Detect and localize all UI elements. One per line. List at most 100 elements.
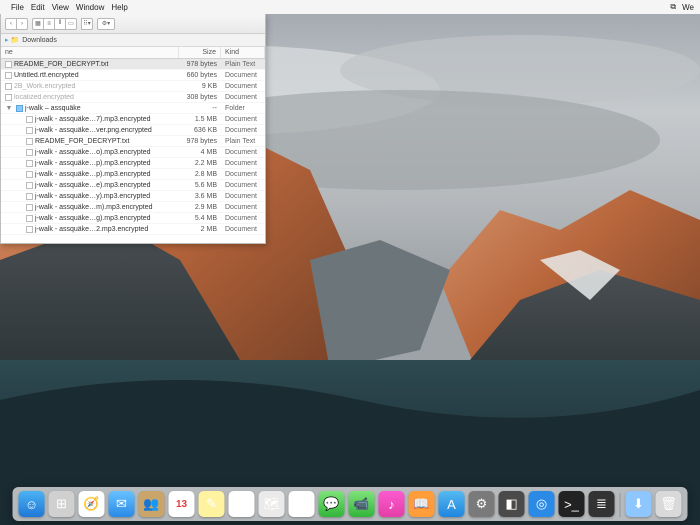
table-row[interactable]: j-walk - assquäke…g).mp3.encrypted5.4 MB… [1,213,265,224]
dock-mail[interactable]: ✉ [109,491,135,517]
folder-icon [16,105,23,112]
file-size: 5.6 MB [179,182,221,189]
dock-preferences[interactable]: ⚙ [469,491,495,517]
file-size: 5.4 MB [179,215,221,222]
dock-contacts[interactable]: 👥 [139,491,165,517]
file-name: j-walk - assquäke…p).mp3.encrypted [35,160,151,167]
dock-photos[interactable]: ❀ [289,491,315,517]
dock-notes[interactable]: ✎ [199,491,225,517]
disclosure-triangle-icon[interactable]: ▼ [5,104,13,112]
file-icon [26,182,33,189]
file-size: 636 KB [179,127,221,134]
file-kind: Document [221,72,265,79]
file-name: 2B_Work.encrypted [14,83,75,90]
file-kind: Document [221,215,265,222]
dock-appstore[interactable]: A [439,491,465,517]
dock-calendar[interactable]: 13 [169,491,195,517]
file-size: 2.9 MB [179,204,221,211]
table-row[interactable]: 2B_Work.encrypted9 KBDocument [1,81,265,92]
table-row[interactable]: j-walk - assquäke…p).mp3.encrypted 2.2 MB… [1,158,265,169]
table-row[interactable]: j-walk - assquäke…2.mp3.encrypted2 MBDoc… [1,224,265,235]
file-name: Untitled.rtf.encrypted [14,72,79,79]
column-name[interactable]: ne [1,47,179,58]
table-row[interactable]: j-walk - assquäke…o).mp3.encrypted4 MBDo… [1,147,265,158]
dock-ibooks[interactable]: 📖 [409,491,435,517]
menu-help[interactable]: Help [111,3,127,12]
nav-buttons: ‹ › [5,18,28,30]
table-row[interactable]: j-walk - assquäke…e).mp3.encrypted 5.6 MB… [1,180,265,191]
arrange-button[interactable]: ⠿▾ [81,18,93,30]
table-row[interactable]: Untitled.rtf.encrypted 660 bytesDocument [1,70,265,81]
dock-launchpad[interactable]: ⊞ [49,491,75,517]
file-list[interactable]: README_FOR_DECRYPT.txt978 bytesPlain Tex… [1,59,265,243]
file-name: j-walk - assquäke…7).mp3.encrypted [35,116,151,123]
table-row[interactable]: j-walk - assquäke…7).mp3.encrypted 1.5 MB… [1,114,265,125]
action-button[interactable]: ⚙▾ [97,18,115,30]
menu-edit[interactable]: Edit [31,3,45,12]
dock-trash[interactable]: 🗑 [656,491,682,517]
dock-terminal[interactable]: >_ [559,491,585,517]
dock-messages[interactable]: 💬 [319,491,345,517]
view-mode-buttons: ▦ ≡ ⫴ ▭ [32,18,77,30]
file-kind: Document [221,171,265,178]
menu-bar: File Edit View Window Help ⧉ We [0,0,700,14]
dock-maps[interactable]: 🗺 [259,491,285,517]
dock-facetime[interactable]: 📹 [349,491,375,517]
table-row[interactable]: j-walk - assquäke…y).mp3.encrypted3.6 MB… [1,191,265,202]
file-size: 1.5 MB [179,116,221,123]
folder-icon: ▸ 📁 [5,36,19,44]
file-icon [26,226,33,233]
table-row[interactable]: j-walk - assquäke…p).mp3.encrypted 2.8 MB… [1,169,265,180]
menu-bar-extra-icon[interactable]: ⧉ [670,2,676,12]
file-kind: Document [221,127,265,134]
desktop: File Edit View Window Help ⧉ We ‹ › ▦ ≡ … [0,0,700,525]
dock-itunes[interactable]: ♪ [379,491,405,517]
menu-bar-clock[interactable]: We [682,3,694,12]
table-row[interactable]: j-walk - assquäke…ver.png.encrypted636 K… [1,125,265,136]
file-kind: Document [221,193,265,200]
file-name: j-walk - assquäke…p).mp3.encrypted [35,171,151,178]
dock-utility2[interactable]: ◎ [529,491,555,517]
file-name: j-walk - assquäke…2.mp3.encrypted [35,226,148,233]
path-folder-name[interactable]: Downloads [22,37,57,44]
dock-separator [620,493,621,517]
file-kind: Document [221,226,265,233]
dock-downloads[interactable]: ⬇ [626,491,652,517]
file-name: j-walk - assquäke…y).mp3.encrypted [35,193,150,200]
table-row[interactable]: README_FOR_DECRYPT.txt978 bytesPlain Tex… [1,136,265,147]
dock: ☺⊞🧭✉👥13✎☑🗺❀💬📹♪📖A⚙◧◎>_≣ ⬇🗑 [13,487,688,521]
file-icon [5,61,12,68]
file-size: 2.8 MB [179,171,221,178]
file-size: 4 MB [179,149,221,156]
file-size: 660 bytes [179,72,221,79]
arrange-buttons: ⠿▾ [81,18,93,30]
menu-view[interactable]: View [52,3,69,12]
dock-safari[interactable]: 🧭 [79,491,105,517]
menu-file[interactable]: File [11,3,24,12]
dock-activity[interactable]: ≣ [589,491,615,517]
table-row[interactable]: j-walk - assquäke…m).mp3.encrypted2.9 MB… [1,202,265,213]
table-row[interactable]: localized.encrypted308 bytesDocument [1,92,265,103]
file-kind: Document [221,204,265,211]
file-kind: Document [221,182,265,189]
file-kind: Folder [221,105,265,112]
file-size: 978 bytes [179,61,221,68]
file-size: 2.2 MB [179,160,221,167]
table-row[interactable]: README_FOR_DECRYPT.txt978 bytesPlain Tex… [1,59,265,70]
column-kind[interactable]: Kind [221,47,265,58]
forward-button[interactable]: › [16,18,28,30]
file-name: j-walk - assquäke…e).mp3.encrypted [35,182,151,189]
file-name: j-walk - assquäke…o).mp3.encrypted [35,149,151,156]
file-size: 308 bytes [179,94,221,101]
view-cover-button[interactable]: ▭ [65,18,77,30]
finder-window[interactable]: ‹ › ▦ ≡ ⫴ ▭ ⠿▾ ⚙▾ ▸ 📁 Downloads ne Size … [0,14,266,244]
dock-utility1[interactable]: ◧ [499,491,525,517]
table-row[interactable]: ▼j-walk – assquäke--Folder [1,103,265,114]
file-size: 9 KB [179,83,221,90]
column-size[interactable]: Size [179,47,221,58]
file-size: -- [179,105,221,112]
menu-window[interactable]: Window [76,3,104,12]
dock-finder[interactable]: ☺ [19,491,45,517]
file-icon [26,138,33,145]
dock-reminders[interactable]: ☑ [229,491,255,517]
